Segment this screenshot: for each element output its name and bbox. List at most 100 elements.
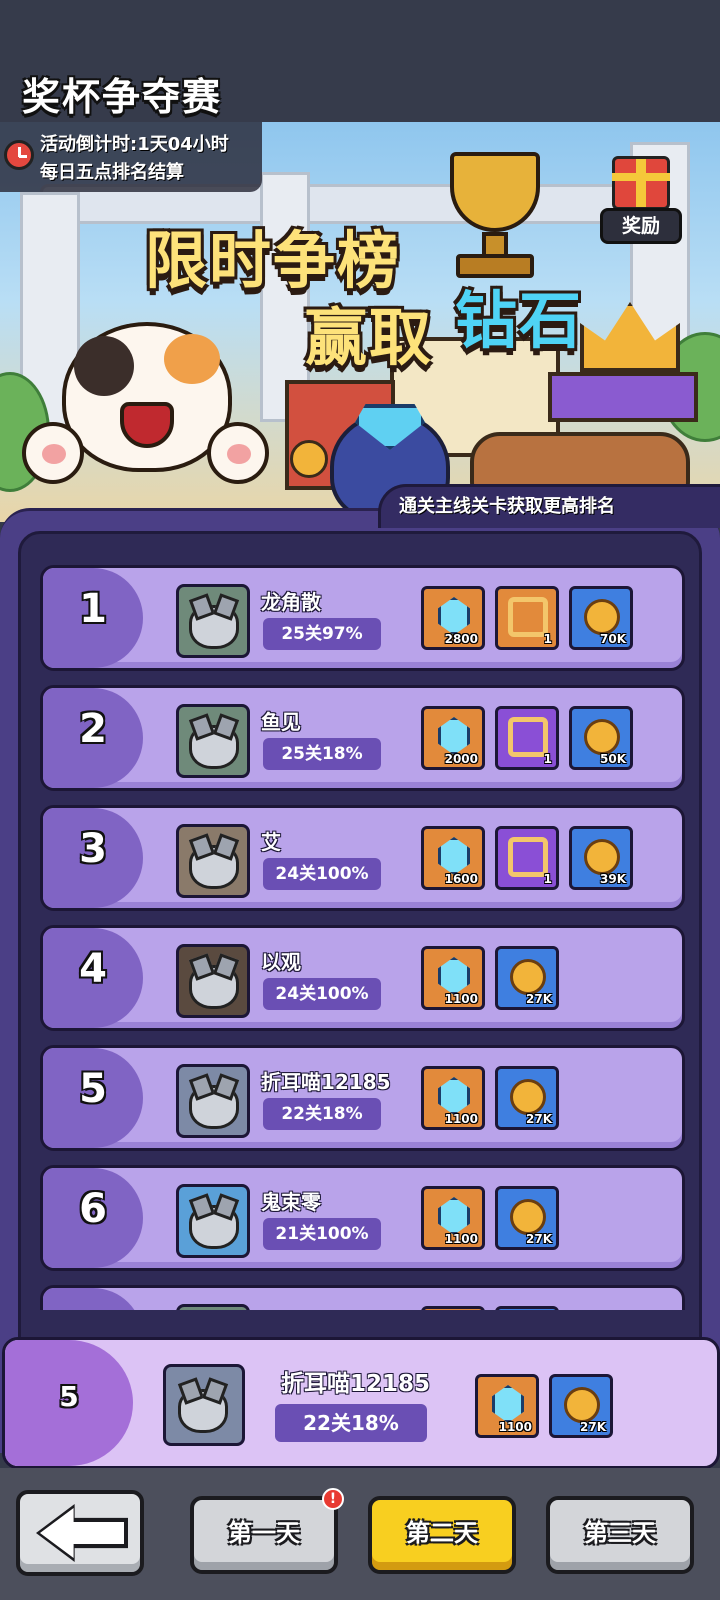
player-avatar[interactable] (176, 704, 250, 778)
cat-avatar-face (189, 845, 239, 889)
diamond-icon (492, 1385, 524, 1423)
reward-amount: 39K (600, 872, 626, 886)
reward-amount: 70K (600, 632, 626, 646)
rank-badge: 4 (43, 928, 143, 1028)
reward-item[interactable]: 1100 (421, 1186, 485, 1250)
rank-badge: 5 (43, 1048, 143, 1148)
reward-item[interactable]: 50K (569, 706, 633, 770)
diamond-icon (438, 597, 470, 635)
coin-icon (510, 1079, 546, 1115)
reward-item[interactable]: 1 (495, 826, 559, 890)
reward-item[interactable]: 27K (549, 1374, 613, 1438)
stage-progress: 21关100% (263, 1218, 381, 1250)
tab-day-three[interactable]: 第三天 (546, 1496, 694, 1574)
stage-progress: 25关18% (263, 738, 381, 770)
back-button[interactable] (16, 1490, 144, 1576)
reward-amount: 27K (526, 1232, 552, 1246)
my-rank-badge: 5 (5, 1340, 133, 1466)
alarm-clock-icon (4, 140, 34, 170)
reward-amount: 27K (526, 992, 552, 1006)
tab-day-one[interactable]: 第一天 (190, 1496, 338, 1574)
avatar-frame-icon (508, 597, 548, 637)
reward-item[interactable]: 1 (495, 586, 559, 650)
left-arrow-icon (40, 1508, 124, 1558)
rank-number: 5 (79, 1066, 107, 1112)
my-rank-row: 5 折耳喵12185 22关18% 1100 27K (2, 1337, 720, 1469)
reward-item[interactable]: 1600 (421, 826, 485, 890)
player-name: 龙角散 (261, 590, 321, 614)
trophy-cup (450, 152, 540, 232)
coin-icon (564, 1387, 600, 1423)
rank-number: 2 (79, 706, 107, 752)
page-title: 奖杯争夺赛 (22, 75, 223, 119)
player-avatar[interactable] (176, 584, 250, 658)
reward-item[interactable] (421, 1306, 485, 1310)
diamond-icon (438, 1197, 470, 1235)
player-avatar[interactable] (176, 1184, 250, 1258)
leaderboard-row[interactable]: 4 以观 24关100% 1100 27K (40, 925, 685, 1031)
coin-icon (584, 719, 620, 755)
rank-number: 4 (79, 946, 107, 992)
leaderboard-row[interactable]: 6 鬼束零 21关100% 1100 27K (40, 1165, 685, 1271)
reward-amount: 1 (543, 632, 552, 646)
reward-item[interactable]: 1100 (421, 1066, 485, 1130)
reward-item[interactable]: 70K (569, 586, 633, 650)
reward-amount: 50K (600, 752, 626, 766)
reward-item[interactable] (495, 1306, 559, 1310)
reward-button[interactable]: 奖励 (598, 152, 688, 248)
avatar-frame-icon (508, 837, 548, 877)
rank-badge: 6 (43, 1168, 143, 1268)
avatar-frame-icon (508, 717, 548, 757)
notification-badge: ! (322, 1488, 344, 1510)
rank-badge: 3 (43, 808, 143, 908)
cat-mascot (22, 312, 272, 522)
tab-day-two[interactable]: 第二天 (368, 1496, 516, 1574)
reward-amount: 2000 (444, 752, 478, 766)
leaderboard-row[interactable]: 2 鱼见 25关18% 2000 1 50K (40, 685, 685, 791)
my-rank-number: 5 (59, 1380, 79, 1413)
player-name: 艾 (261, 830, 281, 854)
reward-item[interactable]: 27K (495, 1066, 559, 1130)
cat-avatar-face (189, 605, 239, 649)
trophy-contest-screen: { "header": { "title": "奖杯争夺赛" }, "banne… (0, 0, 720, 1600)
player-avatar[interactable] (176, 1064, 250, 1138)
diamond-icon (438, 957, 470, 995)
stage-progress: 25关97% (263, 618, 381, 650)
rank-number: 1 (79, 586, 107, 632)
player-name: 胖橘 (261, 1306, 301, 1310)
player-name: 鬼束零 (261, 1190, 321, 1214)
my-player-name: 折耳喵12185 (281, 1371, 431, 1397)
header: 奖杯争夺赛 (0, 0, 720, 122)
reward-item[interactable]: 2000 (421, 706, 485, 770)
cat-paw-left (22, 422, 84, 484)
player-avatar[interactable] (176, 824, 250, 898)
cat-avatar-face (189, 1085, 239, 1129)
leaderboard-list[interactable]: 1 龙角散 25关97% 2800 1 70K 2 鱼见 25关18% 2000 1 50K 3 艾 24关… (40, 565, 685, 1310)
reward-amount: 1600 (444, 872, 478, 886)
player-avatar[interactable] (176, 944, 250, 1018)
leaderboard-row[interactable]: 5 折耳喵12185 22关18% 1100 27K (40, 1045, 685, 1151)
cat-avatar-face (178, 1389, 228, 1433)
player-name: 以观 (261, 950, 301, 974)
reward-item[interactable]: 1100 (475, 1374, 539, 1438)
leaderboard-row[interactable]: 1 龙角散 25关97% 2800 1 70K (40, 565, 685, 671)
reward-item[interactable]: 1 (495, 706, 559, 770)
reward-item[interactable]: 1100 (421, 946, 485, 1010)
player-avatar[interactable] (176, 1304, 250, 1310)
leaderboard-row[interactable]: 7 胖橘 (40, 1285, 685, 1310)
coin-icon (510, 1199, 546, 1235)
leaderboard-row[interactable]: 3 艾 24关100% 1600 1 39K (40, 805, 685, 911)
reward-item[interactable]: 27K (495, 946, 559, 1010)
my-avatar[interactable] (163, 1364, 245, 1446)
player-name: 鱼见 (261, 710, 301, 734)
headline-line2-b: 钻石 (455, 284, 584, 357)
reward-amount: 1 (543, 872, 552, 886)
reward-amount: 27K (526, 1112, 552, 1126)
diamond-icon (438, 837, 470, 875)
reward-item[interactable]: 39K (569, 826, 633, 890)
reward-item[interactable]: 2800 (421, 586, 485, 650)
my-progress: 22关18% (275, 1404, 427, 1442)
diamond-icon (438, 717, 470, 755)
trophy-icon (440, 152, 550, 282)
reward-item[interactable]: 27K (495, 1186, 559, 1250)
